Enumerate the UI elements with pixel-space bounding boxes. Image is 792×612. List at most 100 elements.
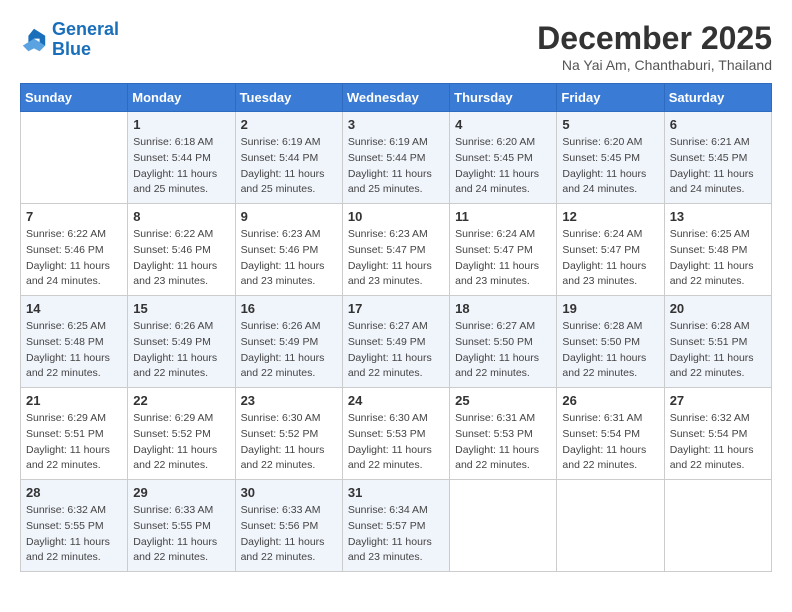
calendar-cell	[664, 480, 771, 572]
week-row-4: 21 Sunrise: 6:29 AMSunset: 5:51 PMDayligh…	[21, 388, 772, 480]
calendar-cell: 11 Sunrise: 6:24 AMSunset: 5:47 PMDayligh…	[450, 204, 557, 296]
day-number: 13	[670, 209, 766, 224]
day-number: 24	[348, 393, 444, 408]
day-number: 17	[348, 301, 444, 316]
week-row-5: 28 Sunrise: 6:32 AMSunset: 5:55 PMDayligh…	[21, 480, 772, 572]
day-info: Sunrise: 6:23 AMSunset: 5:46 PMDaylight:…	[241, 227, 337, 290]
day-info: Sunrise: 6:22 AMSunset: 5:46 PMDaylight:…	[133, 227, 229, 290]
day-info: Sunrise: 6:33 AMSunset: 5:55 PMDaylight:…	[133, 503, 229, 566]
day-number: 25	[455, 393, 551, 408]
calendar-cell: 2 Sunrise: 6:19 AMSunset: 5:44 PMDaylight…	[235, 112, 342, 204]
week-row-2: 7 Sunrise: 6:22 AMSunset: 5:46 PMDaylight…	[21, 204, 772, 296]
day-number: 5	[562, 117, 658, 132]
calendar-table: SundayMondayTuesdayWednesdayThursdayFrid…	[20, 83, 772, 572]
header-day-tuesday: Tuesday	[235, 84, 342, 112]
day-info: Sunrise: 6:21 AMSunset: 5:45 PMDaylight:…	[670, 135, 766, 198]
day-number: 8	[133, 209, 229, 224]
day-info: Sunrise: 6:29 AMSunset: 5:51 PMDaylight:…	[26, 411, 122, 474]
calendar-cell: 20Sunrise: 6:28 AMSunset: 5:51 PMDayligh…	[664, 296, 771, 388]
month-title: December 2025	[537, 20, 772, 57]
day-number: 23	[241, 393, 337, 408]
calendar-cell: 29 Sunrise: 6:33 AMSunset: 5:55 PMDayligh…	[128, 480, 235, 572]
logo-text: General Blue	[52, 20, 119, 60]
calendar-cell: 31 Sunrise: 6:34 AMSunset: 5:57 PMDayligh…	[342, 480, 449, 572]
calendar-cell: 17Sunrise: 6:27 AMSunset: 5:49 PMDayligh…	[342, 296, 449, 388]
calendar-cell: 9 Sunrise: 6:23 AMSunset: 5:46 PMDaylight…	[235, 204, 342, 296]
day-number: 18	[455, 301, 551, 316]
calendar-cell: 5 Sunrise: 6:20 AMSunset: 5:45 PMDaylight…	[557, 112, 664, 204]
header-day-sunday: Sunday	[21, 84, 128, 112]
calendar-cell: 23 Sunrise: 6:30 AMSunset: 5:52 PMDayligh…	[235, 388, 342, 480]
day-number: 27	[670, 393, 766, 408]
calendar-cell: 8 Sunrise: 6:22 AMSunset: 5:46 PMDaylight…	[128, 204, 235, 296]
day-info: Sunrise: 6:30 AMSunset: 5:52 PMDaylight:…	[241, 411, 337, 474]
logo: General Blue	[20, 20, 119, 60]
day-number: 14	[26, 301, 122, 316]
day-info: Sunrise: 6:24 AMSunset: 5:47 PMDaylight:…	[455, 227, 551, 290]
day-number: 21	[26, 393, 122, 408]
day-number: 7	[26, 209, 122, 224]
day-number: 3	[348, 117, 444, 132]
day-info: Sunrise: 6:32 AMSunset: 5:55 PMDaylight:…	[26, 503, 122, 566]
calendar-cell: 1 Sunrise: 6:18 AMSunset: 5:44 PMDaylight…	[128, 112, 235, 204]
day-number: 31	[348, 485, 444, 500]
location: Na Yai Am, Chanthaburi, Thailand	[537, 57, 772, 73]
day-info: Sunrise: 6:26 AMSunset: 5:49 PMDaylight:…	[133, 319, 229, 382]
logo-line1: General	[52, 19, 119, 39]
calendar-cell: 4Sunrise: 6:20 AMSunset: 5:45 PMDaylight…	[450, 112, 557, 204]
day-number: 26	[562, 393, 658, 408]
day-info: Sunrise: 6:25 AMSunset: 5:48 PMDaylight:…	[26, 319, 122, 382]
calendar-header: SundayMondayTuesdayWednesdayThursdayFrid…	[21, 84, 772, 112]
day-number: 11	[455, 209, 551, 224]
calendar-cell: 28 Sunrise: 6:32 AMSunset: 5:55 PMDayligh…	[21, 480, 128, 572]
week-row-3: 14 Sunrise: 6:25 AMSunset: 5:48 PMDayligh…	[21, 296, 772, 388]
day-info: Sunrise: 6:32 AMSunset: 5:54 PMDaylight:…	[670, 411, 766, 474]
day-info: Sunrise: 6:26 AMSunset: 5:49 PMDaylight:…	[241, 319, 337, 382]
calendar-cell: 18 Sunrise: 6:27 AMSunset: 5:50 PMDayligh…	[450, 296, 557, 388]
day-info: Sunrise: 6:19 AMSunset: 5:44 PMDaylight:…	[348, 135, 444, 198]
calendar-cell: 13 Sunrise: 6:25 AMSunset: 5:48 PMDayligh…	[664, 204, 771, 296]
day-info: Sunrise: 6:24 AMSunset: 5:47 PMDaylight:…	[562, 227, 658, 290]
day-number: 19	[562, 301, 658, 316]
calendar-cell: 16 Sunrise: 6:26 AMSunset: 5:49 PMDayligh…	[235, 296, 342, 388]
calendar-cell: 27 Sunrise: 6:32 AMSunset: 5:54 PMDayligh…	[664, 388, 771, 480]
week-row-1: 1 Sunrise: 6:18 AMSunset: 5:44 PMDaylight…	[21, 112, 772, 204]
day-info: Sunrise: 6:34 AMSunset: 5:57 PMDaylight:…	[348, 503, 444, 566]
day-number: 29	[133, 485, 229, 500]
day-info: Sunrise: 6:20 AMSunset: 5:45 PMDaylight:…	[455, 135, 551, 198]
calendar-cell: 12 Sunrise: 6:24 AMSunset: 5:47 PMDayligh…	[557, 204, 664, 296]
calendar-cell: 3 Sunrise: 6:19 AMSunset: 5:44 PMDaylight…	[342, 112, 449, 204]
calendar-cell: 30Sunrise: 6:33 AMSunset: 5:56 PMDayligh…	[235, 480, 342, 572]
day-number: 22	[133, 393, 229, 408]
day-info: Sunrise: 6:18 AMSunset: 5:44 PMDaylight:…	[133, 135, 229, 198]
day-number: 9	[241, 209, 337, 224]
calendar-cell: 7 Sunrise: 6:22 AMSunset: 5:46 PMDaylight…	[21, 204, 128, 296]
header-day-wednesday: Wednesday	[342, 84, 449, 112]
calendar-cell: 24 Sunrise: 6:30 AMSunset: 5:53 PMDayligh…	[342, 388, 449, 480]
calendar-cell	[557, 480, 664, 572]
calendar-cell: 14 Sunrise: 6:25 AMSunset: 5:48 PMDayligh…	[21, 296, 128, 388]
header-day-friday: Friday	[557, 84, 664, 112]
day-number: 2	[241, 117, 337, 132]
day-info: Sunrise: 6:29 AMSunset: 5:52 PMDaylight:…	[133, 411, 229, 474]
logo-line2: Blue	[52, 39, 91, 59]
header-row: SundayMondayTuesdayWednesdayThursdayFrid…	[21, 84, 772, 112]
day-info: Sunrise: 6:27 AMSunset: 5:50 PMDaylight:…	[455, 319, 551, 382]
header-day-monday: Monday	[128, 84, 235, 112]
day-number: 16	[241, 301, 337, 316]
calendar-cell: 6Sunrise: 6:21 AMSunset: 5:45 PMDaylight…	[664, 112, 771, 204]
logo-icon	[20, 26, 48, 54]
day-info: Sunrise: 6:25 AMSunset: 5:48 PMDaylight:…	[670, 227, 766, 290]
day-number: 28	[26, 485, 122, 500]
day-info: Sunrise: 6:22 AMSunset: 5:46 PMDaylight:…	[26, 227, 122, 290]
day-info: Sunrise: 6:31 AMSunset: 5:54 PMDaylight:…	[562, 411, 658, 474]
calendar-cell: 19Sunrise: 6:28 AMSunset: 5:50 PMDayligh…	[557, 296, 664, 388]
day-number: 15	[133, 301, 229, 316]
page-header: General Blue December 2025 Na Yai Am, Ch…	[20, 20, 772, 73]
day-number: 1	[133, 117, 229, 132]
day-info: Sunrise: 6:19 AMSunset: 5:44 PMDaylight:…	[241, 135, 337, 198]
day-number: 12	[562, 209, 658, 224]
day-info: Sunrise: 6:30 AMSunset: 5:53 PMDaylight:…	[348, 411, 444, 474]
calendar-cell	[21, 112, 128, 204]
day-info: Sunrise: 6:20 AMSunset: 5:45 PMDaylight:…	[562, 135, 658, 198]
